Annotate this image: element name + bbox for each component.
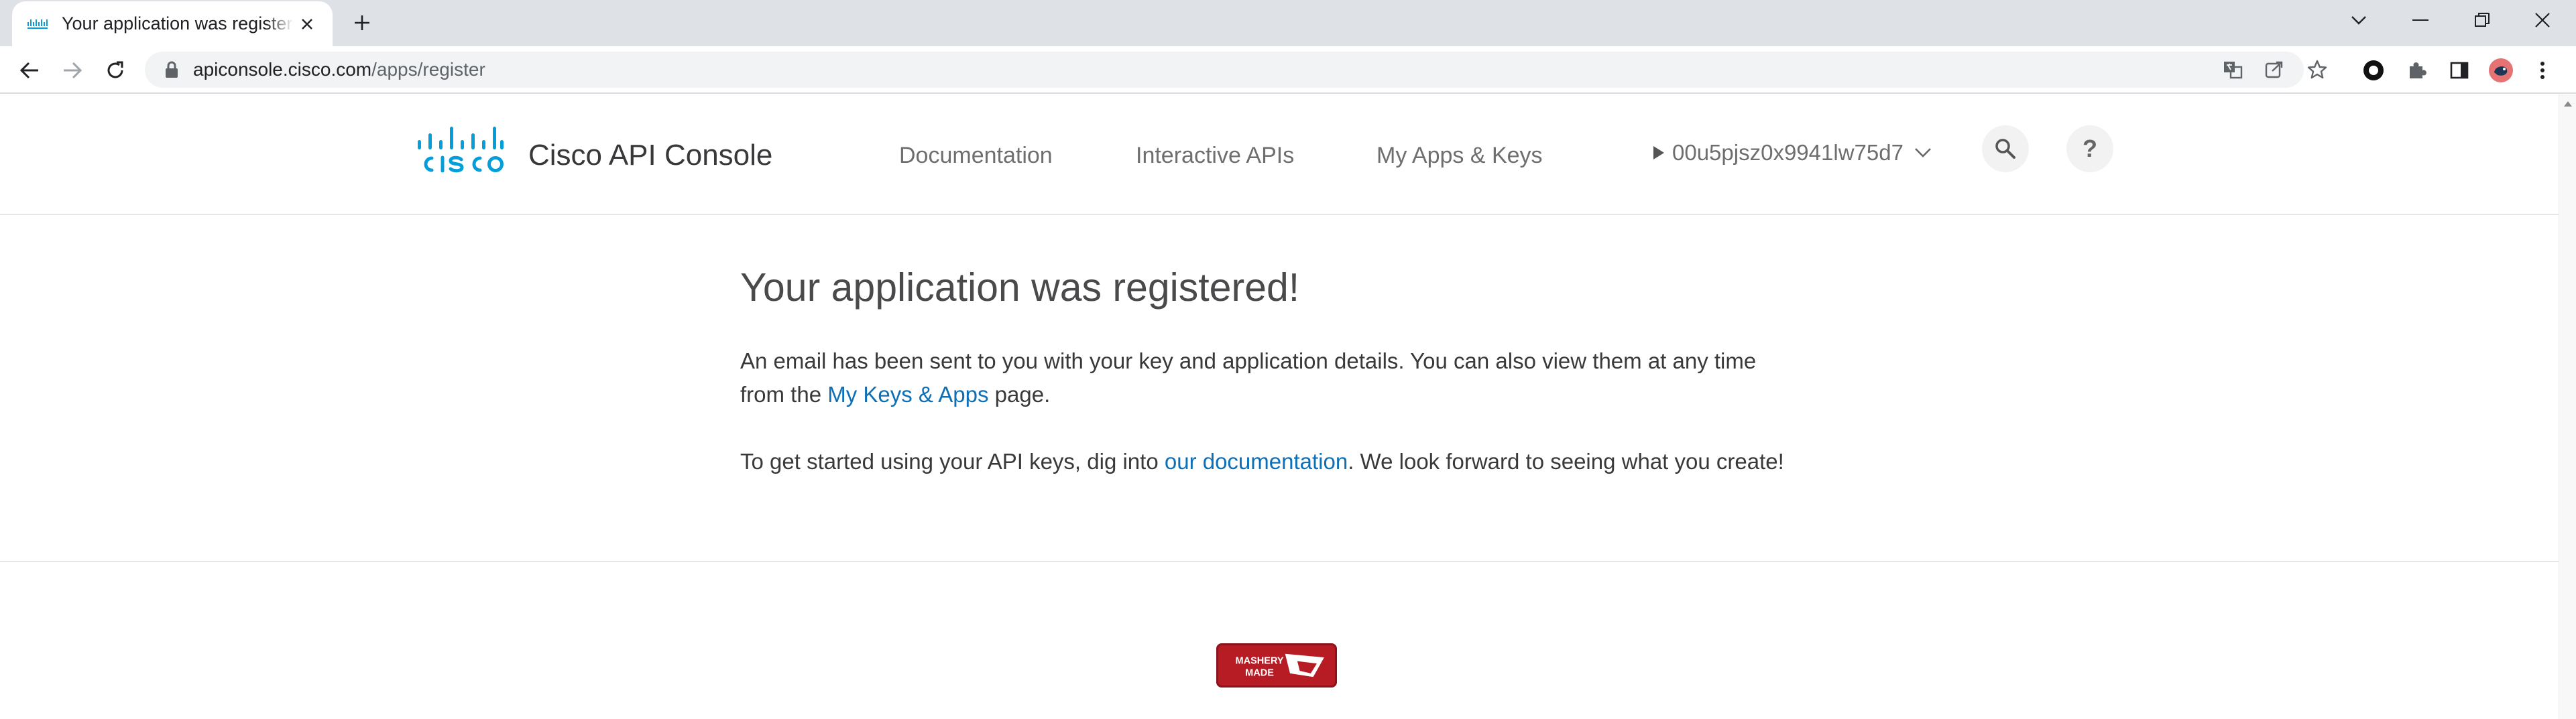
back-arrow-icon[interactable] <box>15 56 44 85</box>
help-button[interactable]: ? <box>2066 125 2113 172</box>
vertical-scrollbar[interactable] <box>2559 94 2576 719</box>
page-headline: Your application was registered! <box>740 265 1300 310</box>
lock-icon <box>166 61 178 78</box>
tab-title: Your application was registered! <box>62 13 294 34</box>
badge-text: MADE <box>1245 667 1274 678</box>
close-icon[interactable] <box>294 11 320 38</box>
extension-circle-icon[interactable] <box>2359 56 2388 85</box>
share-icon[interactable] <box>2262 58 2286 82</box>
chevron-down-icon <box>1915 148 1931 157</box>
search-icon <box>1995 139 2015 159</box>
tab-search-icon[interactable] <box>2339 7 2379 34</box>
my-keys-apps-link[interactable]: My Keys & Apps <box>827 382 988 407</box>
documentation-link[interactable]: our documentation <box>1165 449 1348 474</box>
extensions-puzzle-icon[interactable] <box>2402 56 2431 85</box>
browser-tabstrip: Your application was registered! <box>0 0 2576 46</box>
browser-tab[interactable]: Your application was registered! <box>12 1 333 46</box>
nav-my-apps-keys[interactable]: My Apps & Keys <box>1377 143 1543 169</box>
paragraph-text: To get started using your API keys, dig … <box>740 449 1165 474</box>
url-text: apiconsole.cisco.com/apps/register <box>193 59 485 80</box>
bookmark-star-icon[interactable] <box>2305 58 2329 82</box>
scroll-up-arrow-icon[interactable] <box>2564 101 2572 107</box>
more-menu-icon[interactable] <box>2528 56 2557 85</box>
paragraph-text: page. <box>988 382 1051 407</box>
new-tab-button[interactable] <box>349 9 375 36</box>
paragraph-text: from the <box>740 382 828 407</box>
confirmation-paragraph: An email has been sent to you with your … <box>740 344 1756 411</box>
url-path: /apps/register <box>371 59 485 80</box>
reload-icon[interactable] <box>101 56 130 85</box>
forward-arrow-icon[interactable] <box>58 56 87 85</box>
site-title[interactable]: Cisco API Console <box>528 139 772 172</box>
nav-interactive-apis[interactable]: Interactive APIs <box>1136 143 1294 169</box>
caret-right-icon <box>1653 146 1664 159</box>
restore-icon[interactable] <box>2462 7 2502 34</box>
badge-text: MASHERY <box>1235 655 1283 666</box>
address-bar[interactable]: apiconsole.cisco.com/apps/register <box>145 52 2327 88</box>
translate-icon[interactable] <box>2221 58 2245 82</box>
profile-avatar[interactable] <box>2486 56 2516 85</box>
search-button[interactable] <box>1982 125 2029 172</box>
nav-documentation[interactable]: Documentation <box>899 143 1053 169</box>
site-header: Cisco API Console Documentation Interact… <box>0 94 2559 215</box>
cisco-favicon-icon <box>27 19 48 29</box>
side-panel-icon[interactable] <box>2445 56 2474 85</box>
window-close-icon[interactable] <box>2522 7 2563 34</box>
minimize-icon[interactable] <box>2400 7 2441 34</box>
getting-started-paragraph: To get started using your API keys, dig … <box>740 445 1784 478</box>
cisco-logo[interactable] <box>416 127 506 175</box>
footer-divider <box>0 561 2559 562</box>
user-menu[interactable]: 00u5pjsz0x9941lw75d7 <box>1653 140 1932 166</box>
paragraph-text: . We look forward to seeing what you cre… <box>1348 449 1784 474</box>
mashery-made-badge[interactable]: MASHERY MADE <box>1216 643 1337 688</box>
question-icon: ? <box>2083 135 2097 162</box>
url-domain: apiconsole.cisco.com <box>193 59 372 80</box>
web-page: Cisco API Console Documentation Interact… <box>0 94 2576 719</box>
browser-toolbar: apiconsole.cisco.com/apps/register <box>0 46 2576 94</box>
user-id: 00u5pjsz0x9941lw75d7 <box>1672 140 1904 165</box>
paragraph-line: An email has been sent to you with your … <box>740 348 1757 373</box>
